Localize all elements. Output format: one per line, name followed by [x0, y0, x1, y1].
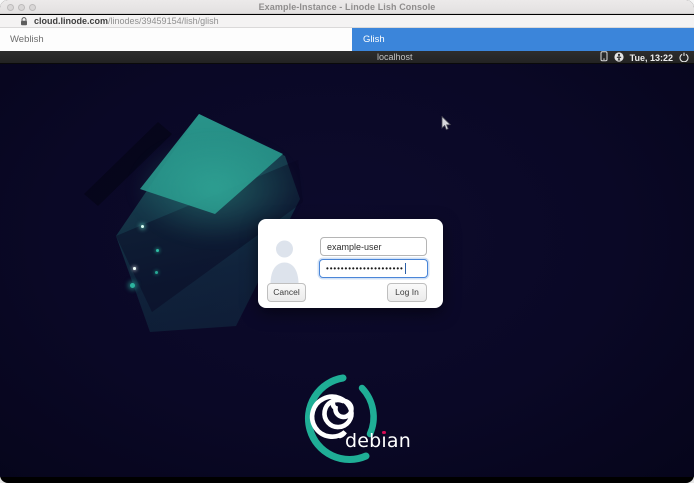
gnome-top-bar: localhost Tue, 13:22 — [0, 51, 694, 64]
browser-window: Example-Instance - Linode Lish Console c… — [0, 0, 694, 483]
tab-weblish[interactable]: Weblish — [0, 28, 352, 51]
wallpaper-speck — [156, 249, 159, 252]
wallpaper-speck — [141, 225, 144, 228]
text-caret — [405, 263, 406, 274]
url-path: /linodes/39459154/lish/glish — [108, 16, 219, 26]
window-title: Example-Instance - Linode Lish Console — [0, 0, 694, 14]
username-input[interactable] — [320, 237, 427, 256]
tab-glish[interactable]: Glish — [352, 28, 694, 51]
cancel-button[interactable]: Cancel — [267, 283, 306, 302]
password-input[interactable]: ••••••••••••••••••••• — [319, 259, 428, 278]
clock-label[interactable]: Tue, 13:22 — [630, 53, 673, 63]
debian-wordmark: debıan — [345, 430, 411, 452]
address-bar[interactable]: cloud.linode.com/linodes/39459154/lish/g… — [0, 15, 694, 28]
wordmark-i: ı — [381, 430, 386, 452]
url-domain: cloud.linode.com — [34, 16, 108, 26]
password-mask: ••••••••••••••••••••• — [326, 260, 404, 277]
mouse-cursor-icon — [441, 116, 453, 137]
url-text[interactable]: cloud.linode.com/linodes/39459154/lish/g… — [34, 16, 219, 26]
wallpaper-speck — [130, 283, 135, 288]
lish-tab-bar: Weblish Glish — [0, 28, 694, 51]
wordmark-part: an — [387, 430, 411, 452]
debian-swirl-icon — [283, 370, 423, 470]
login-button[interactable]: Log In — [387, 283, 427, 302]
wallpaper-speck — [133, 267, 136, 270]
hostname-label[interactable]: localhost — [377, 51, 413, 64]
glish-console-screen[interactable]: ••••••••••••••••••••• Cancel Log In debı… — [0, 64, 694, 477]
wallpaper-speck — [155, 271, 158, 274]
debian-logo: debıan — [283, 370, 423, 470]
gdm-login-dialog: ••••••••••••••••••••• Cancel Log In — [258, 219, 443, 308]
macos-titlebar: Example-Instance - Linode Lish Console — [0, 0, 694, 14]
wordmark-part: deb — [345, 430, 381, 452]
gnome-status-area: Tue, 13:22 — [600, 51, 689, 64]
padlock-icon — [20, 17, 28, 26]
wordmark-i-dot — [382, 431, 385, 434]
